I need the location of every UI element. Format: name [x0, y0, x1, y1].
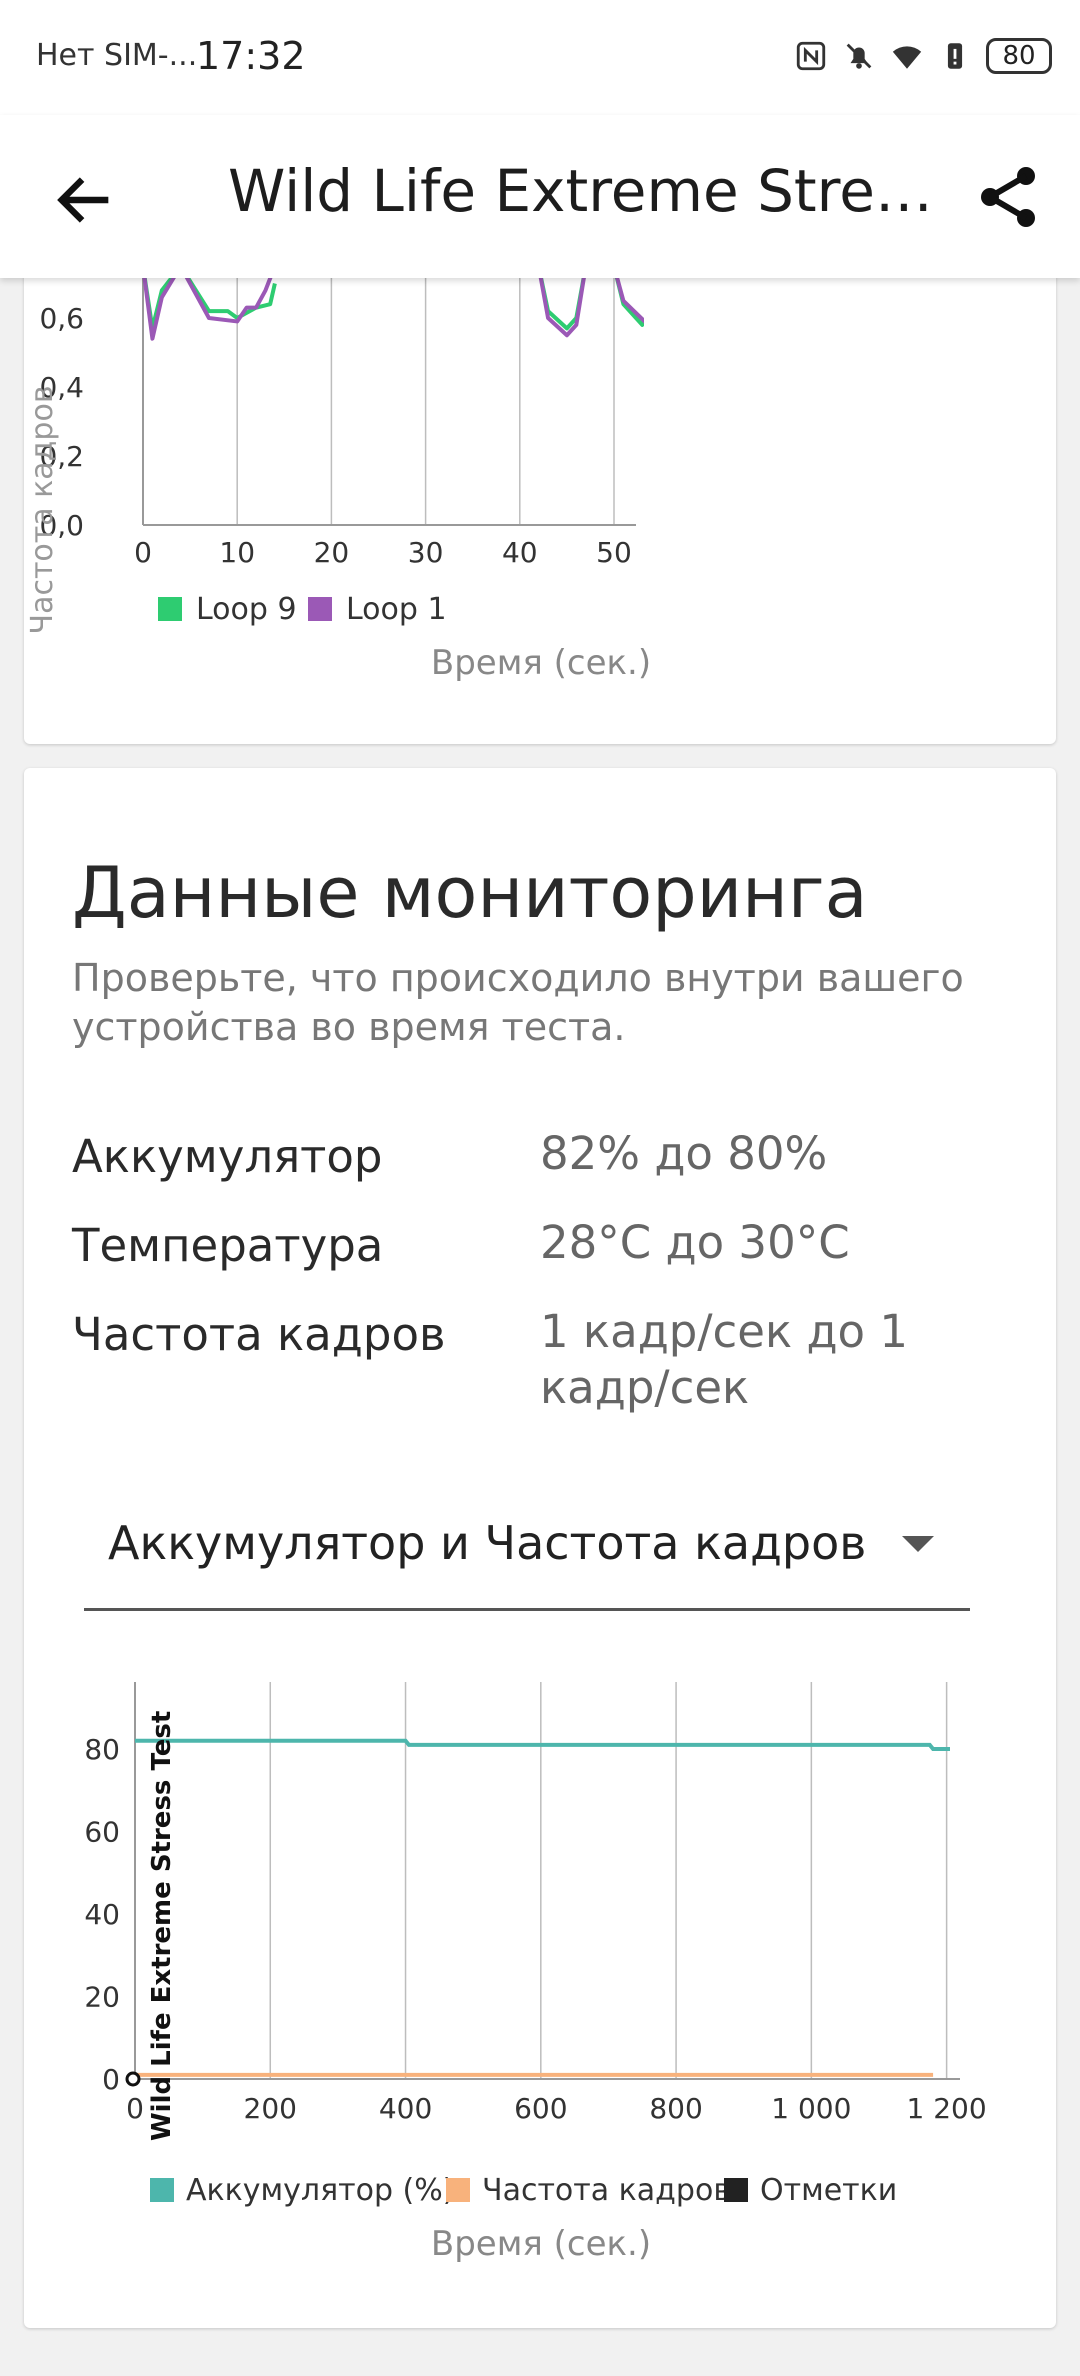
legend-swatch-markers — [724, 2178, 748, 2202]
section-title: Данные мониторинга — [72, 852, 868, 934]
legend-markers: Отметки — [760, 2173, 897, 2208]
marker-label: Wild Life Extreme Stress Test — [147, 1711, 177, 2141]
temperature-value: 28°C до 30°C — [540, 1216, 850, 1269]
temperature-label: Температура — [72, 1219, 384, 1272]
battery-level: 80 — [986, 38, 1052, 74]
monitor-x-tick: 1 200 — [907, 2092, 987, 2125]
monitor-y-tick: 80 — [84, 1733, 120, 1766]
monitor-x-tick: 1 000 — [771, 2092, 851, 2125]
fps-x-tick: 40 — [502, 536, 538, 569]
wifi-icon — [892, 46, 922, 69]
monitor-series-line — [135, 1738, 950, 1751]
legend-loop1: Loop 1 — [346, 592, 447, 627]
monitor-x-tick: 0 — [126, 2092, 144, 2125]
status-bar: Нет SIM-... 17:32 80 — [0, 0, 1080, 115]
battery-label: Аккумулятор — [72, 1130, 383, 1183]
monitor-y-tick: 20 — [84, 1981, 120, 2014]
fps-chart: 0,00,20,40,6 0 10 20 30 40 50 Частота кадров … — [25, 240, 651, 683]
monitor-x-tick: 200 — [244, 2092, 297, 2125]
arrow-left-icon[interactable] — [50, 165, 120, 235]
fps-x-tick: 10 — [219, 536, 255, 569]
dropdown-arrow-icon — [902, 1536, 934, 1552]
section-subtitle: Проверьте, что происходило внутри вашего… — [72, 956, 964, 1049]
share-icon[interactable] — [972, 161, 1044, 233]
monitor-x-tick: 800 — [649, 2092, 702, 2125]
legend-battery: Аккумулятор (%) — [186, 2173, 454, 2208]
fps-y-axis-title: Частота кадров — [25, 386, 60, 635]
nfc-icon — [796, 41, 826, 71]
monitor-x-axis-title: Время (сек.) — [431, 2224, 651, 2264]
legend-swatch-battery — [150, 2178, 174, 2202]
legend-loop9: Loop 9 — [196, 592, 297, 627]
battery-alert-icon — [947, 43, 963, 69]
legend-swatch-loop1 — [308, 597, 332, 621]
fps-x-tick: 30 — [408, 536, 444, 569]
monitoring-card: Данные мониторинга Проверьте, что происх… — [24, 768, 1056, 2328]
fps-y-tick: 0,6 — [39, 302, 84, 335]
battery-value: 82% до 80% — [540, 1127, 828, 1180]
monitor-y-tick: 60 — [84, 1816, 120, 1849]
legend-swatch-framerate — [446, 2178, 470, 2202]
framerate-label: Частота кадров — [72, 1308, 446, 1361]
marker-point — [125, 2071, 141, 2087]
monitoring-chart: 0 20 40 60 80 0 200 400 600 800 1 000 1 200 Wild L… — [84, 1682, 987, 2264]
monitor-y-tick: 40 — [84, 1898, 120, 1931]
dropdown-selected-label: Аккумулятор и Частота кадров — [108, 1516, 867, 1570]
monitor-y-tick: 0 — [102, 2063, 120, 2096]
monitor-x-tick: 400 — [379, 2092, 432, 2125]
carrier-text: Нет SIM-... — [36, 38, 198, 73]
framerate-value: 1 кадр/сек до 1 кадр/сек — [540, 1305, 909, 1414]
page-title: Wild Life Extreme Stress Test — [228, 157, 938, 225]
fps-x-tick: 50 — [596, 536, 632, 569]
clock: 17:32 — [196, 34, 306, 78]
chart-type-dropdown[interactable]: Аккумулятор и Частота кадров — [84, 1498, 970, 1611]
legend-framerate: Частота кадров — [482, 2173, 731, 2208]
monitor-x-tick: 600 — [514, 2092, 567, 2125]
bell-muted-icon — [846, 43, 872, 69]
fps-x-tick: 0 — [134, 536, 152, 569]
legend-swatch-loop9 — [158, 597, 182, 621]
app-bar: Wild Life Extreme Stress Test — [0, 115, 1080, 278]
fps-x-tick: 20 — [314, 536, 350, 569]
fps-chart-card: 0,0 0,2 0,4 0,6 0 10 20 30 40 50 Частота кадров … — [24, 240, 1056, 744]
fps-x-axis-title: Время (сек.) — [431, 643, 651, 683]
